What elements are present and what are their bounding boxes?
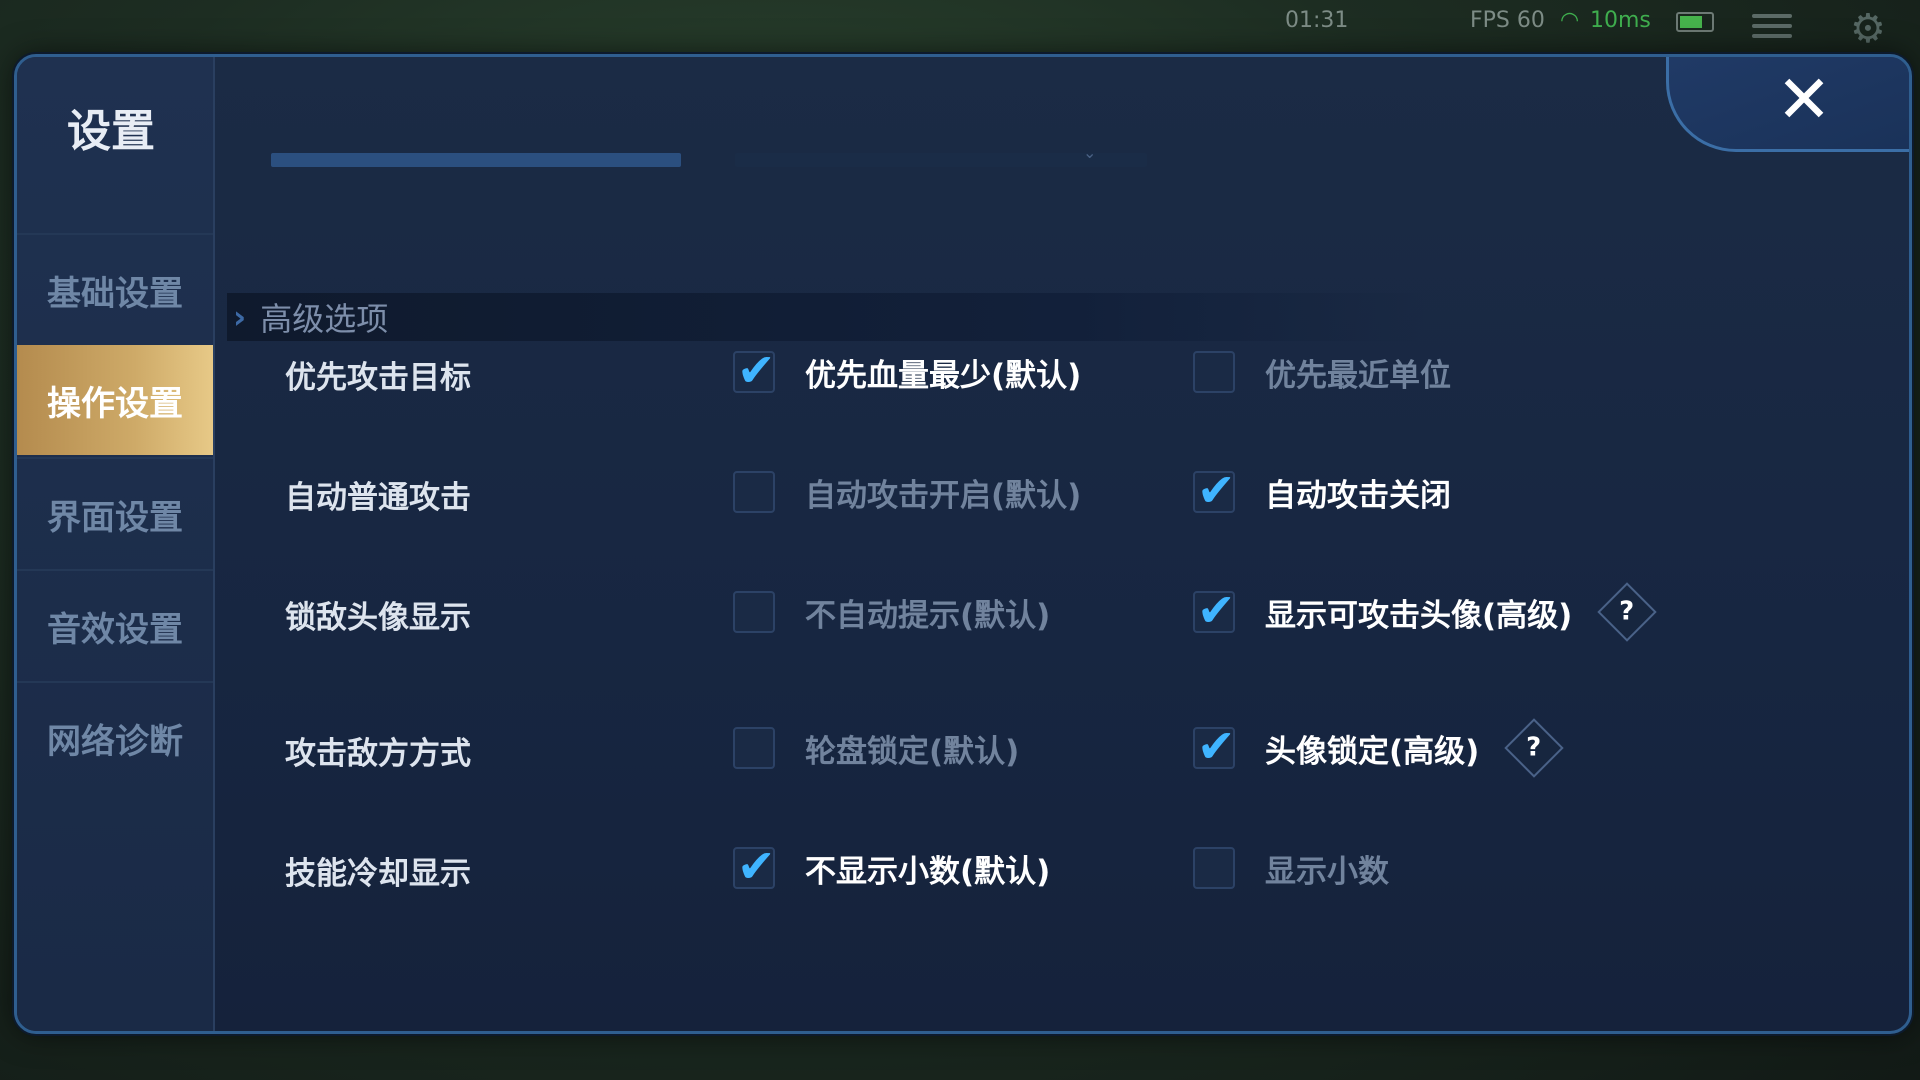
fps-counter: FPS 60	[1470, 8, 1545, 33]
sidebar-item-network[interactable]: 网络诊断	[17, 681, 213, 793]
checkbox[interactable]: ✔	[1193, 719, 1236, 773]
option-cooldown-display-2[interactable]: 显示小数	[1193, 838, 1389, 898]
status-hud: 01:31 FPS 60 ◠ 10ms ⚙	[0, 0, 1920, 52]
setting-row-attack-target: 优先攻击目标 ✔ 优先血量最少(默认) 优先最近单位	[273, 342, 1833, 402]
ping-readout: 10ms	[1590, 8, 1651, 33]
option-label: 优先最近单位	[1265, 357, 1451, 394]
sidebar-item-sound[interactable]: 音效设置	[17, 569, 213, 681]
option-attack-target-1[interactable]: ✔ 优先血量最少(默认)	[733, 342, 1081, 402]
sidebar-item-basic[interactable]: 基础设置	[17, 233, 213, 345]
checkbox[interactable]	[1193, 847, 1235, 889]
chevron-down-icon: ⌄	[1083, 143, 1097, 162]
option-label: 轮盘锁定(默认)	[805, 733, 1020, 770]
option-label: 不显示小数(默认)	[805, 853, 1051, 890]
section-title: 高级选项	[260, 300, 389, 338]
option-attack-mode-1[interactable]: 轮盘锁定(默认)	[733, 718, 1019, 778]
option-label: 自动攻击关闭	[1265, 477, 1451, 514]
help-icon[interactable]: ?	[1504, 718, 1565, 778]
option-label: 显示小数	[1265, 853, 1389, 890]
checkbox[interactable]	[733, 591, 775, 633]
option-lock-avatar-2[interactable]: ✔ 显示可攻击头像(高级)?	[1193, 582, 1658, 642]
checkbox[interactable]: ✔	[1193, 583, 1236, 637]
top-dropdown[interactable]: ⌄	[735, 143, 1147, 167]
check-icon: ✔	[1197, 463, 1236, 517]
close-corner: ✕	[1666, 57, 1909, 152]
battery-icon	[1676, 12, 1714, 32]
option-label: 显示可攻击头像(高级)	[1265, 597, 1573, 634]
option-attack-target-2[interactable]: 优先最近单位	[1193, 342, 1451, 402]
gear-icon[interactable]: ⚙	[1850, 6, 1886, 52]
setting-row-attack-mode: 攻击敌方方式 轮盘锁定(默认) ✔ 头像锁定(高级)?	[273, 718, 1833, 778]
settings-sidebar: 设置 基础设置 操作设置 界面设置 音效设置 网络诊断	[17, 57, 215, 1031]
chevron-right-icon: ›	[233, 298, 247, 336]
checkbox[interactable]: ✔	[733, 343, 776, 397]
setting-label: 锁敌头像显示	[285, 600, 471, 636]
setting-row-lock-avatar: 锁敌头像显示 不自动提示(默认) ✔ 显示可攻击头像(高级)?	[273, 582, 1833, 642]
close-button[interactable]: ✕	[1769, 65, 1839, 135]
option-auto-attack-1[interactable]: 自动攻击开启(默认)	[733, 462, 1081, 522]
check-icon: ✔	[1197, 583, 1236, 637]
sidebar-item-controls[interactable]: 操作设置	[17, 345, 213, 455]
setting-label: 技能冷却显示	[285, 856, 471, 892]
section-header: › 高级选项	[227, 293, 1427, 341]
setting-row-cooldown-display: 技能冷却显示 ✔ 不显示小数(默认) 显示小数	[273, 838, 1833, 898]
checkbox[interactable]: ✔	[1193, 463, 1236, 517]
top-tab-indicator	[271, 153, 681, 167]
setting-label: 攻击敌方方式	[285, 736, 471, 772]
option-label: 不自动提示(默认)	[805, 597, 1051, 634]
help-mark: ?	[1526, 733, 1542, 763]
checkbox[interactable]	[733, 471, 775, 513]
checkbox[interactable]	[733, 727, 775, 769]
option-cooldown-display-1[interactable]: ✔ 不显示小数(默认)	[733, 838, 1050, 898]
checkbox[interactable]: ✔	[733, 839, 776, 893]
menu-icon[interactable]	[1752, 14, 1792, 40]
help-mark: ?	[1619, 597, 1635, 627]
option-attack-mode-2[interactable]: ✔ 头像锁定(高级)?	[1193, 718, 1565, 778]
check-icon: ✔	[1197, 719, 1236, 773]
option-lock-avatar-1[interactable]: 不自动提示(默认)	[733, 582, 1050, 642]
help-icon[interactable]: ?	[1597, 582, 1658, 642]
check-icon: ✔	[737, 839, 776, 893]
setting-label: 优先攻击目标	[285, 360, 471, 396]
wifi-icon: ◠	[1560, 8, 1580, 33]
setting-row-auto-attack: 自动普通攻击 自动攻击开启(默认) ✔ 自动攻击关闭	[273, 462, 1833, 522]
option-label: 自动攻击开启(默认)	[805, 477, 1082, 514]
dialog-title: 设置	[67, 106, 155, 157]
checkbox[interactable]	[1193, 351, 1235, 393]
sidebar-item-interface[interactable]: 界面设置	[17, 457, 213, 569]
option-auto-attack-2[interactable]: ✔ 自动攻击关闭	[1193, 462, 1451, 522]
option-label: 头像锁定(高级)	[1265, 733, 1480, 770]
option-label: 优先血量最少(默认)	[805, 357, 1082, 394]
settings-dialog: 设置 基础设置 操作设置 界面设置 音效设置 网络诊断 ✕ ⌄ › 高级选项 优先攻击目…	[14, 54, 1912, 1034]
match-timer: 01:31	[1285, 8, 1349, 33]
check-icon: ✔	[737, 343, 776, 397]
setting-label: 自动普通攻击	[285, 480, 471, 516]
